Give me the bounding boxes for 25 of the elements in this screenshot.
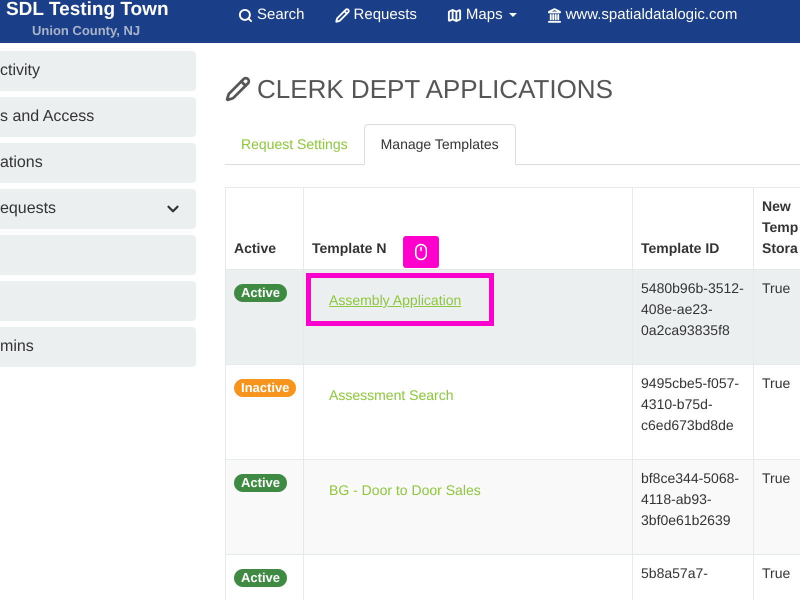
nav-link[interactable]: www.spatialdatalogic.com [546,4,738,26]
status-badge: Active [234,569,288,587]
sidebar-item[interactable]: equests [0,189,196,229]
column-header: Template N [304,188,632,270]
sidebar-item[interactable]: ations [0,143,196,183]
sidebar-item[interactable]: s and Access [0,97,196,137]
status-badge: Inactive [234,379,296,397]
county-name: Union County, NJ [32,22,140,40]
nav-link[interactable]: Requests [334,4,417,26]
search-icon [238,8,253,23]
nav-link[interactable]: Search [238,4,305,26]
status-badge: Active [234,474,288,492]
pencil-icon [334,8,350,23]
map-icon [446,8,462,23]
status-badge: Active [234,284,288,302]
page-title: CLERK DEPT APPLICATIONS [257,72,613,106]
building-icon [546,8,562,23]
sidebar-item[interactable]: ctivity [0,51,196,91]
pencil-icon [225,76,251,102]
mouse-icon [412,243,430,261]
town-name[interactable]: SDL Testing Town [6,0,169,20]
sidebar-item[interactable]: mins [0,327,196,367]
nav-link[interactable]: Maps [446,4,517,26]
column-header: Active [226,188,304,270]
tab[interactable]: Manage Templates [364,124,516,165]
